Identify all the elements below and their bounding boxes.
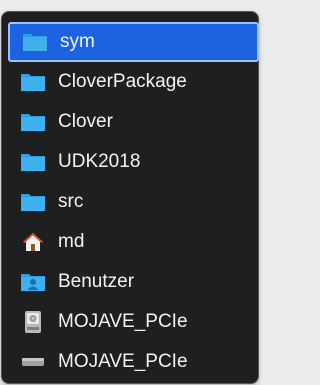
menu-item-label: sym	[60, 31, 95, 52]
path-popup-menu: sym CloverPackage Clover UDK2018 src md …	[2, 12, 259, 383]
menu-item-label: md	[58, 231, 85, 252]
menu-item-benutzer[interactable]: Benutzer	[8, 262, 259, 302]
menu-item-udk2018[interactable]: UDK2018	[8, 142, 259, 182]
menu-item-label: MOJAVE_PCIe	[58, 351, 188, 372]
internal-disk-icon	[20, 311, 46, 333]
menu-item-label: Benutzer	[58, 271, 135, 292]
menu-item-label: Clover	[58, 111, 113, 132]
external-drive-icon	[20, 351, 46, 373]
menu-item-label: UDK2018	[58, 151, 141, 172]
folder-icon	[20, 151, 46, 173]
home-icon	[20, 231, 46, 253]
folder-icon	[20, 71, 46, 93]
menu-item-md[interactable]: md	[8, 222, 259, 262]
menu-item-cloverpackage[interactable]: CloverPackage	[8, 62, 259, 102]
menu-item-mojave-pcie-internal[interactable]: MOJAVE_PCIe	[8, 302, 259, 342]
folder-icon	[20, 191, 46, 213]
folder-icon	[22, 31, 48, 53]
users-folder-icon	[20, 271, 46, 293]
menu-item-sym[interactable]: sym	[8, 22, 259, 62]
menu-item-clover[interactable]: Clover	[8, 102, 259, 142]
menu-item-src[interactable]: src	[8, 182, 259, 222]
folder-icon	[20, 111, 46, 133]
menu-item-mojave-pcie-external[interactable]: MOJAVE_PCIe	[8, 342, 259, 382]
menu-item-label: MOJAVE_PCIe	[58, 311, 188, 332]
menu-item-label: CloverPackage	[58, 71, 187, 92]
menu-item-label: src	[58, 191, 84, 212]
